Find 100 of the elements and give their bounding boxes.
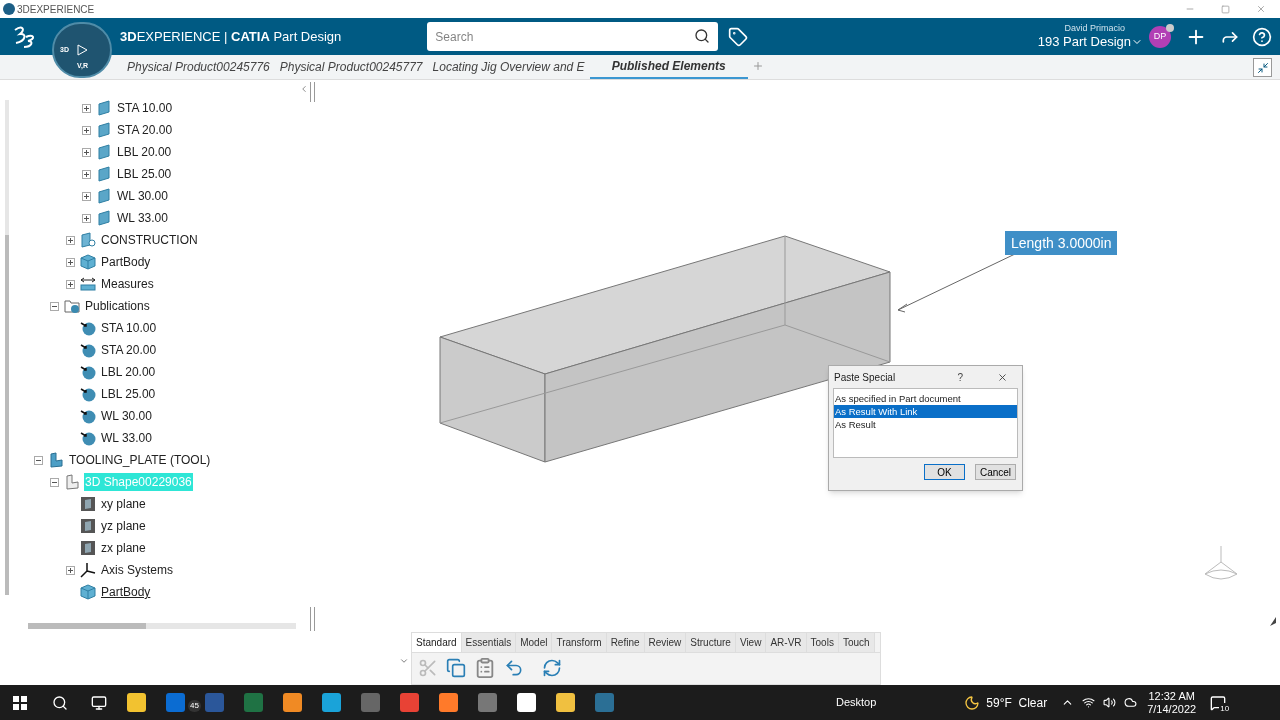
plane-set-icon xyxy=(96,166,112,182)
expander-icon[interactable] xyxy=(81,147,91,157)
tree-item[interactable]: TOOLING_PLATE (TOOL) xyxy=(68,451,212,469)
product-icon xyxy=(48,452,64,468)
cloud-icon[interactable] xyxy=(1124,696,1138,709)
tree-item[interactable]: yz plane xyxy=(100,517,147,535)
copy-icon[interactable] xyxy=(446,658,466,679)
document-tab[interactable]: Physical Product00245776 xyxy=(122,54,275,79)
sphere-icon xyxy=(80,386,96,402)
tree-item[interactable]: LBL 20.00 xyxy=(100,363,157,381)
help-button[interactable]: ? xyxy=(957,369,963,385)
dialog-button[interactable]: OK xyxy=(924,464,965,480)
expander-icon[interactable] xyxy=(81,125,91,135)
list-option[interactable]: As Result xyxy=(834,418,1017,431)
toolbar-tab[interactable]: Structure xyxy=(686,633,736,652)
weather-text[interactable]: 59°F Clear xyxy=(986,693,1048,712)
tree-item[interactable]: WL 30.00 xyxy=(100,407,153,425)
undo-icon[interactable] xyxy=(504,658,524,679)
expander-icon[interactable] xyxy=(81,191,91,201)
cube-icon xyxy=(80,584,96,600)
search-icon[interactable] xyxy=(694,28,711,44)
tree-item[interactable]: STA 20.00 xyxy=(100,341,158,359)
dialog-button[interactable]: Cancel xyxy=(975,464,1016,480)
list-option[interactable]: As specified in Part document xyxy=(834,392,1017,405)
document-tab[interactable]: Physical Product00245777 xyxy=(274,54,428,79)
sphere-icon xyxy=(80,320,96,336)
moon-icon xyxy=(964,694,981,711)
arrow-icon[interactable] xyxy=(1268,616,1278,628)
plane-set-icon xyxy=(96,188,112,204)
tree-item[interactable]: zx plane xyxy=(100,539,147,557)
tree-item[interactable]: WL 33.00 xyxy=(116,209,169,227)
close-icon[interactable] xyxy=(997,371,1008,383)
expander-icon[interactable] xyxy=(49,477,59,487)
tree-item[interactable]: Publications xyxy=(84,297,151,315)
toolbar-tab[interactable]: Transform xyxy=(552,633,607,652)
clock-time[interactable]: 12:32 AM xyxy=(1148,689,1195,703)
paste-icon[interactable] xyxy=(474,657,496,680)
toolbar-tab[interactable]: Refine xyxy=(606,633,645,652)
sphere-icon xyxy=(80,430,96,446)
list-option[interactable]: As Result With Link xyxy=(834,405,1017,418)
toolbar-tab[interactable]: Tools xyxy=(806,633,839,652)
tree-item[interactable]: STA 10.00 xyxy=(116,99,174,117)
volume-icon[interactable] xyxy=(1103,696,1117,709)
tree-item[interactable]: LBL 25.00 xyxy=(100,385,157,403)
user-avatar[interactable]: DP xyxy=(1149,25,1171,48)
construction-icon xyxy=(80,232,96,248)
plane-icon xyxy=(80,496,96,512)
search-field[interactable]: Search xyxy=(427,22,719,51)
space-selector[interactable]: 193 Part Design xyxy=(1037,34,1143,50)
document-tab[interactable]: Locating Jig Overview and E xyxy=(427,54,590,79)
network-icon[interactable] xyxy=(1082,696,1096,709)
tree-item[interactable]: STA 20.00 xyxy=(116,121,174,139)
tree-item[interactable]: PartBody xyxy=(100,583,152,601)
document-tab[interactable]: Published Elements xyxy=(589,54,748,79)
toolbar-tab[interactable]: View xyxy=(735,633,767,652)
tree-item[interactable]: WL 30.00 xyxy=(116,187,169,205)
tag-icon[interactable] xyxy=(728,26,749,47)
plane-set-icon xyxy=(96,122,112,138)
search-icon[interactable] xyxy=(52,694,68,711)
tree-item[interactable]: STA 10.00 xyxy=(100,319,158,337)
expander-icon[interactable] xyxy=(81,213,91,223)
tree-item[interactable]: PartBody xyxy=(100,253,152,271)
tree-item[interactable]: WL 33.00 xyxy=(100,429,153,447)
expander-icon[interactable] xyxy=(33,455,43,465)
clock-date[interactable]: 7/14/2022 xyxy=(1147,702,1197,716)
toolbar-tab[interactable]: Standard xyxy=(412,633,462,652)
tree-item[interactable]: xy plane xyxy=(100,495,147,513)
expand-toolbar-icon[interactable] xyxy=(399,656,409,666)
task-view-icon[interactable] xyxy=(91,694,107,711)
tree-item[interactable]: LBL 25.00 xyxy=(116,165,173,183)
toolbar-tab[interactable]: Touch xyxy=(838,633,875,652)
expander-icon[interactable] xyxy=(65,565,75,575)
toolbar-tab[interactable]: Model xyxy=(516,633,553,652)
window-title: 3DEXPERIENCE xyxy=(17,2,95,17)
toolbar-tab[interactable]: Essentials xyxy=(461,633,517,652)
app-title: 3DEXPERIENCE | CATIA Part Design xyxy=(120,27,342,46)
plane-icon xyxy=(80,540,96,556)
plane-set-icon xyxy=(96,100,112,116)
expander-icon[interactable] xyxy=(81,103,91,113)
expander-icon[interactable] xyxy=(65,279,75,289)
tree-item[interactable]: Axis Systems xyxy=(100,561,174,579)
toolbar-tab[interactable]: AR-VR xyxy=(766,633,807,652)
expander-icon[interactable] xyxy=(65,257,75,267)
update-icon[interactable] xyxy=(542,658,562,679)
notification-icon[interactable] xyxy=(1210,694,1227,711)
tree-item[interactable]: LBL 20.00 xyxy=(116,143,173,161)
tree-item[interactable]: CONSTRUCTION xyxy=(100,231,199,249)
measure-label: Length 3.0000in xyxy=(1005,231,1118,255)
measure-icon xyxy=(80,276,96,292)
cube-icon xyxy=(80,254,96,270)
tree-item[interactable]: Measures xyxy=(100,275,155,293)
plane-icon xyxy=(80,518,96,534)
start-icon[interactable] xyxy=(13,695,27,710)
expander-icon[interactable] xyxy=(81,169,91,179)
help-icon[interactable] xyxy=(1252,26,1272,47)
expander-icon[interactable] xyxy=(49,301,59,311)
toolbar-tab[interactable]: Review xyxy=(644,633,687,652)
expander-icon[interactable] xyxy=(65,235,75,245)
folder-icon xyxy=(64,298,80,314)
desktop-label[interactable]: Desktop xyxy=(836,694,877,711)
